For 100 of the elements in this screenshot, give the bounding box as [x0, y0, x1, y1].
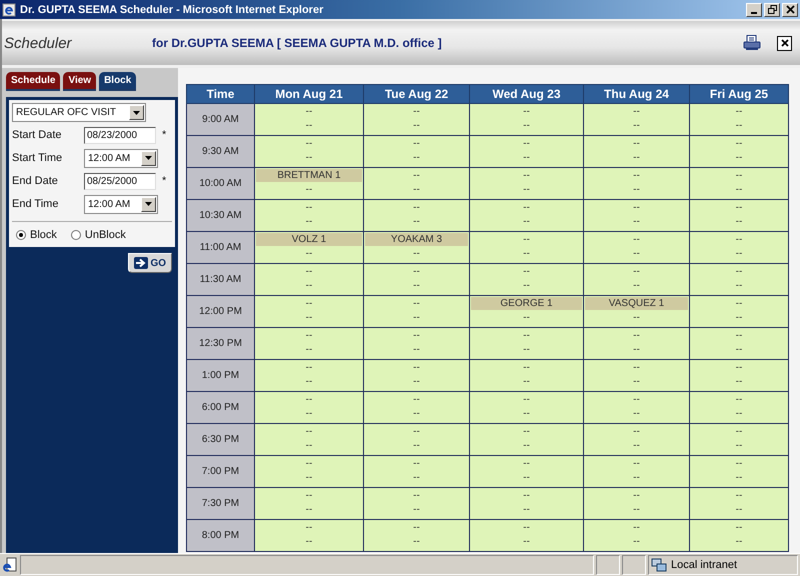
empty-slot[interactable]: -- — [690, 425, 788, 438]
empty-slot[interactable]: -- — [584, 137, 689, 150]
empty-slot[interactable]: -- — [255, 535, 363, 548]
empty-slot[interactable]: -- — [470, 105, 583, 118]
empty-slot[interactable]: -- — [364, 471, 469, 484]
empty-slot[interactable]: -- — [584, 503, 689, 516]
empty-slot[interactable]: -- — [255, 137, 363, 150]
empty-slot[interactable]: -- — [584, 439, 689, 452]
empty-slot[interactable]: -- — [364, 215, 469, 228]
tab[interactable]: Schedule — [6, 72, 60, 91]
empty-slot[interactable]: -- — [470, 489, 583, 502]
empty-slot[interactable]: -- — [255, 375, 363, 388]
radio-label[interactable]: Block — [30, 229, 57, 241]
empty-slot[interactable]: -- — [255, 247, 363, 260]
empty-slot[interactable]: -- — [584, 393, 689, 406]
empty-slot[interactable]: -- — [364, 489, 469, 502]
empty-slot[interactable]: -- — [364, 375, 469, 388]
printer-icon[interactable] — [743, 35, 761, 51]
empty-slot[interactable]: -- — [690, 247, 788, 260]
empty-slot[interactable]: -- — [364, 137, 469, 150]
empty-slot[interactable]: -- — [470, 329, 583, 342]
empty-slot[interactable]: -- — [470, 233, 583, 246]
empty-slot[interactable]: -- — [364, 105, 469, 118]
empty-slot[interactable]: -- — [690, 343, 788, 356]
empty-slot[interactable]: -- — [255, 151, 363, 164]
empty-slot[interactable]: -- — [584, 311, 689, 324]
empty-slot[interactable]: -- — [690, 489, 788, 502]
empty-slot[interactable]: -- — [690, 521, 788, 534]
empty-slot[interactable]: -- — [470, 503, 583, 516]
empty-slot[interactable]: -- — [255, 489, 363, 502]
empty-slot[interactable]: -- — [584, 119, 689, 132]
empty-slot[interactable]: -- — [690, 407, 788, 420]
empty-slot[interactable]: -- — [364, 297, 469, 310]
close-button[interactable] — [777, 36, 792, 50]
empty-slot[interactable]: -- — [690, 119, 788, 132]
empty-slot[interactable]: -- — [584, 233, 689, 246]
empty-slot[interactable]: -- — [364, 521, 469, 534]
empty-slot[interactable]: -- — [470, 425, 583, 438]
empty-slot[interactable]: -- — [584, 535, 689, 548]
empty-slot[interactable]: -- — [255, 119, 363, 132]
empty-slot[interactable]: -- — [470, 183, 583, 196]
empty-slot[interactable]: -- — [690, 265, 788, 278]
empty-slot[interactable]: -- — [364, 201, 469, 214]
empty-slot[interactable]: -- — [470, 375, 583, 388]
empty-slot[interactable]: -- — [470, 311, 583, 324]
empty-slot[interactable]: -- — [255, 329, 363, 342]
empty-slot[interactable]: -- — [255, 311, 363, 324]
empty-slot[interactable]: -- — [690, 439, 788, 452]
radio-button[interactable] — [16, 230, 26, 240]
empty-slot[interactable]: -- — [584, 329, 689, 342]
empty-slot[interactable]: -- — [470, 151, 583, 164]
empty-slot[interactable]: -- — [690, 329, 788, 342]
empty-slot[interactable]: -- — [364, 279, 469, 292]
empty-slot[interactable]: -- — [584, 247, 689, 260]
empty-slot[interactable]: -- — [255, 201, 363, 214]
empty-slot[interactable]: -- — [584, 521, 689, 534]
empty-slot[interactable]: -- — [690, 137, 788, 150]
empty-slot[interactable]: -- — [255, 425, 363, 438]
empty-slot[interactable]: -- — [364, 169, 469, 182]
empty-slot[interactable]: -- — [470, 457, 583, 470]
empty-slot[interactable]: -- — [584, 169, 689, 182]
empty-slot[interactable]: -- — [584, 265, 689, 278]
time-select[interactable]: 12:00 AM — [84, 148, 158, 168]
radio-button[interactable] — [70, 230, 81, 240]
empty-slot[interactable]: -- — [364, 183, 469, 196]
empty-slot[interactable]: -- — [364, 407, 469, 420]
empty-slot[interactable]: -- — [255, 471, 363, 484]
tab[interactable]: View — [63, 72, 96, 91]
empty-slot[interactable]: -- — [584, 151, 689, 164]
empty-slot[interactable]: -- — [584, 425, 689, 438]
empty-slot[interactable]: -- — [255, 439, 363, 452]
radio-label[interactable]: UnBlock — [84, 229, 126, 241]
empty-slot[interactable]: -- — [584, 407, 689, 420]
empty-slot[interactable]: -- — [584, 343, 689, 356]
empty-slot[interactable]: -- — [364, 247, 469, 260]
empty-slot[interactable]: -- — [255, 393, 363, 406]
empty-slot[interactable]: -- — [690, 201, 788, 214]
empty-slot[interactable]: -- — [255, 183, 363, 196]
empty-slot[interactable]: -- — [364, 393, 469, 406]
empty-slot[interactable]: -- — [584, 471, 689, 484]
empty-slot[interactable]: -- — [364, 503, 469, 516]
empty-slot[interactable]: -- — [470, 393, 583, 406]
empty-slot[interactable]: -- — [255, 279, 363, 292]
time-select[interactable]: 12:00 AM — [84, 194, 158, 214]
empty-slot[interactable]: -- — [470, 361, 583, 374]
empty-slot[interactable]: -- — [364, 151, 469, 164]
empty-slot[interactable]: -- — [690, 215, 788, 228]
empty-slot[interactable]: -- — [364, 425, 469, 438]
empty-slot[interactable]: -- — [584, 183, 689, 196]
appointment[interactable]: VASQUEZ 1 — [585, 297, 688, 310]
empty-slot[interactable]: -- — [690, 105, 788, 118]
empty-slot[interactable]: -- — [364, 535, 469, 548]
empty-slot[interactable]: -- — [255, 521, 363, 534]
empty-slot[interactable]: -- — [690, 457, 788, 470]
empty-slot[interactable]: -- — [470, 407, 583, 420]
empty-slot[interactable]: -- — [255, 105, 363, 118]
appointment[interactable]: YOAKAM 3 — [365, 233, 468, 246]
restore-button[interactable] — [764, 2, 780, 16]
empty-slot[interactable]: -- — [255, 215, 363, 228]
visit-type-select[interactable]: REGULAR OFC VISIT — [12, 103, 146, 122]
